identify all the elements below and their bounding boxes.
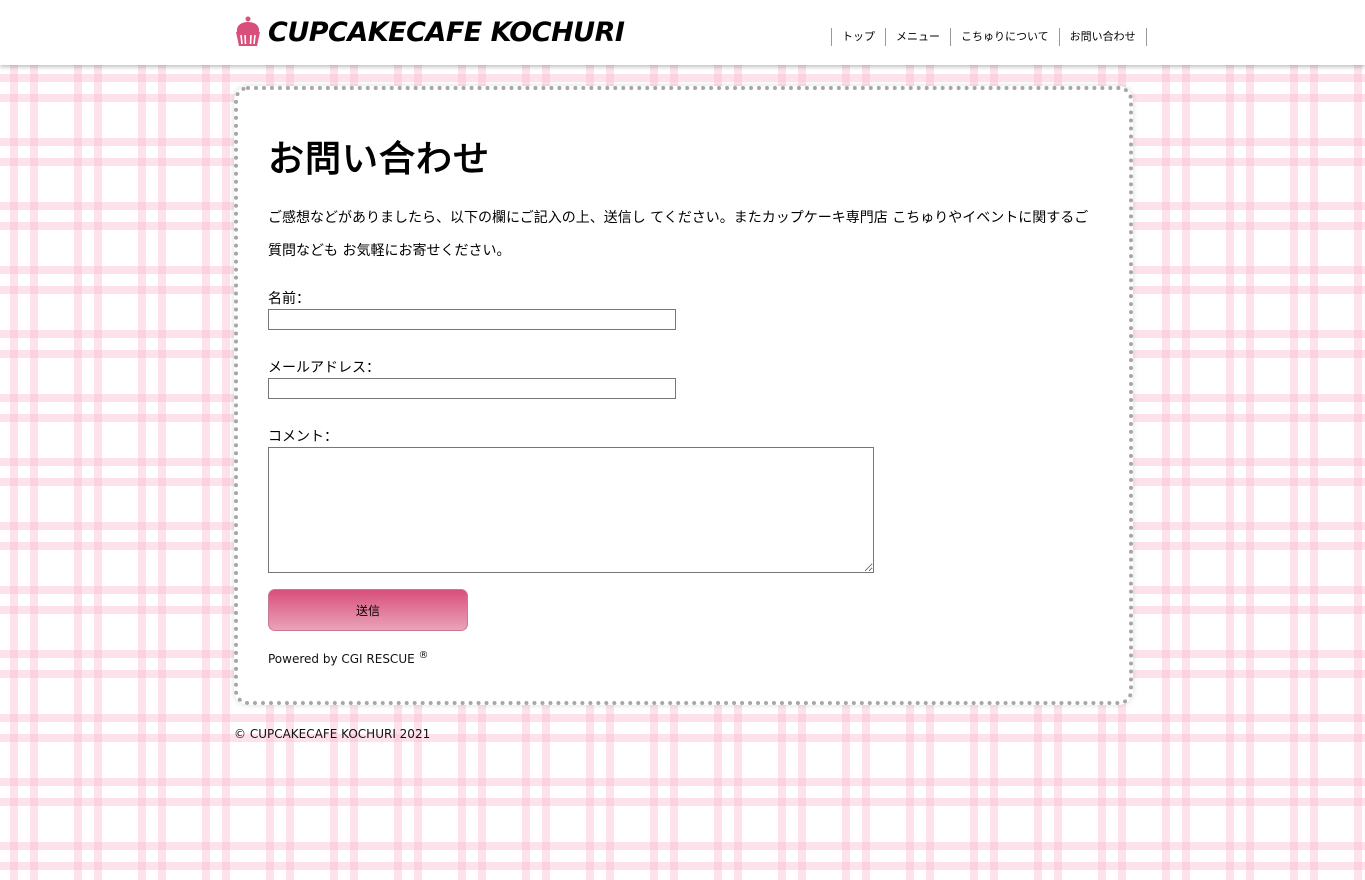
submit-button[interactable]: 送信: [268, 589, 468, 631]
page-title: お問い合わせ: [268, 139, 491, 180]
powered-by-text: Powered by CGI RESCUE: [268, 652, 415, 666]
nav-item-top[interactable]: トップ: [831, 28, 885, 46]
site-header: CUPCAKECAFE KOCHURI トップ メニュー こちゅりについて お問…: [0, 0, 1365, 65]
email-input[interactable]: [268, 378, 676, 399]
footer-copyright: © CUPCAKECAFE KOCHURI 2021: [234, 727, 431, 741]
registered-mark: ®: [418, 650, 429, 661]
intro-text: ご感想などがありましたら、以下の欄にご記入の上、送信し てください。またカップケ…: [268, 210, 1089, 259]
email-label: メールアドレス：: [268, 360, 380, 376]
nav-item-contact[interactable]: お問い合わせ: [1058, 28, 1146, 46]
powered-by: Powered by CGI RESCUE ®: [268, 650, 429, 666]
cupcake-icon: [236, 16, 260, 46]
name-input[interactable]: [268, 309, 676, 330]
nav-item-about[interactable]: こちゅりについて: [950, 28, 1059, 46]
site-logo[interactable]: CUPCAKECAFE KOCHURI: [234, 14, 625, 50]
logo-text: CUPCAKECAFE KOCHURI: [268, 16, 625, 48]
comment-label: コメント：: [268, 429, 338, 445]
comment-textarea[interactable]: [268, 447, 874, 573]
nav-item-menu[interactable]: メニュー: [885, 28, 950, 46]
main-nav: トップ メニュー こちゅりについて お問い合わせ: [831, 28, 1147, 46]
contact-card: お問い合わせ ご感想などがありましたら、以下の欄にご記入の上、送信し てください…: [234, 86, 1133, 705]
name-label: 名前：: [268, 291, 310, 307]
